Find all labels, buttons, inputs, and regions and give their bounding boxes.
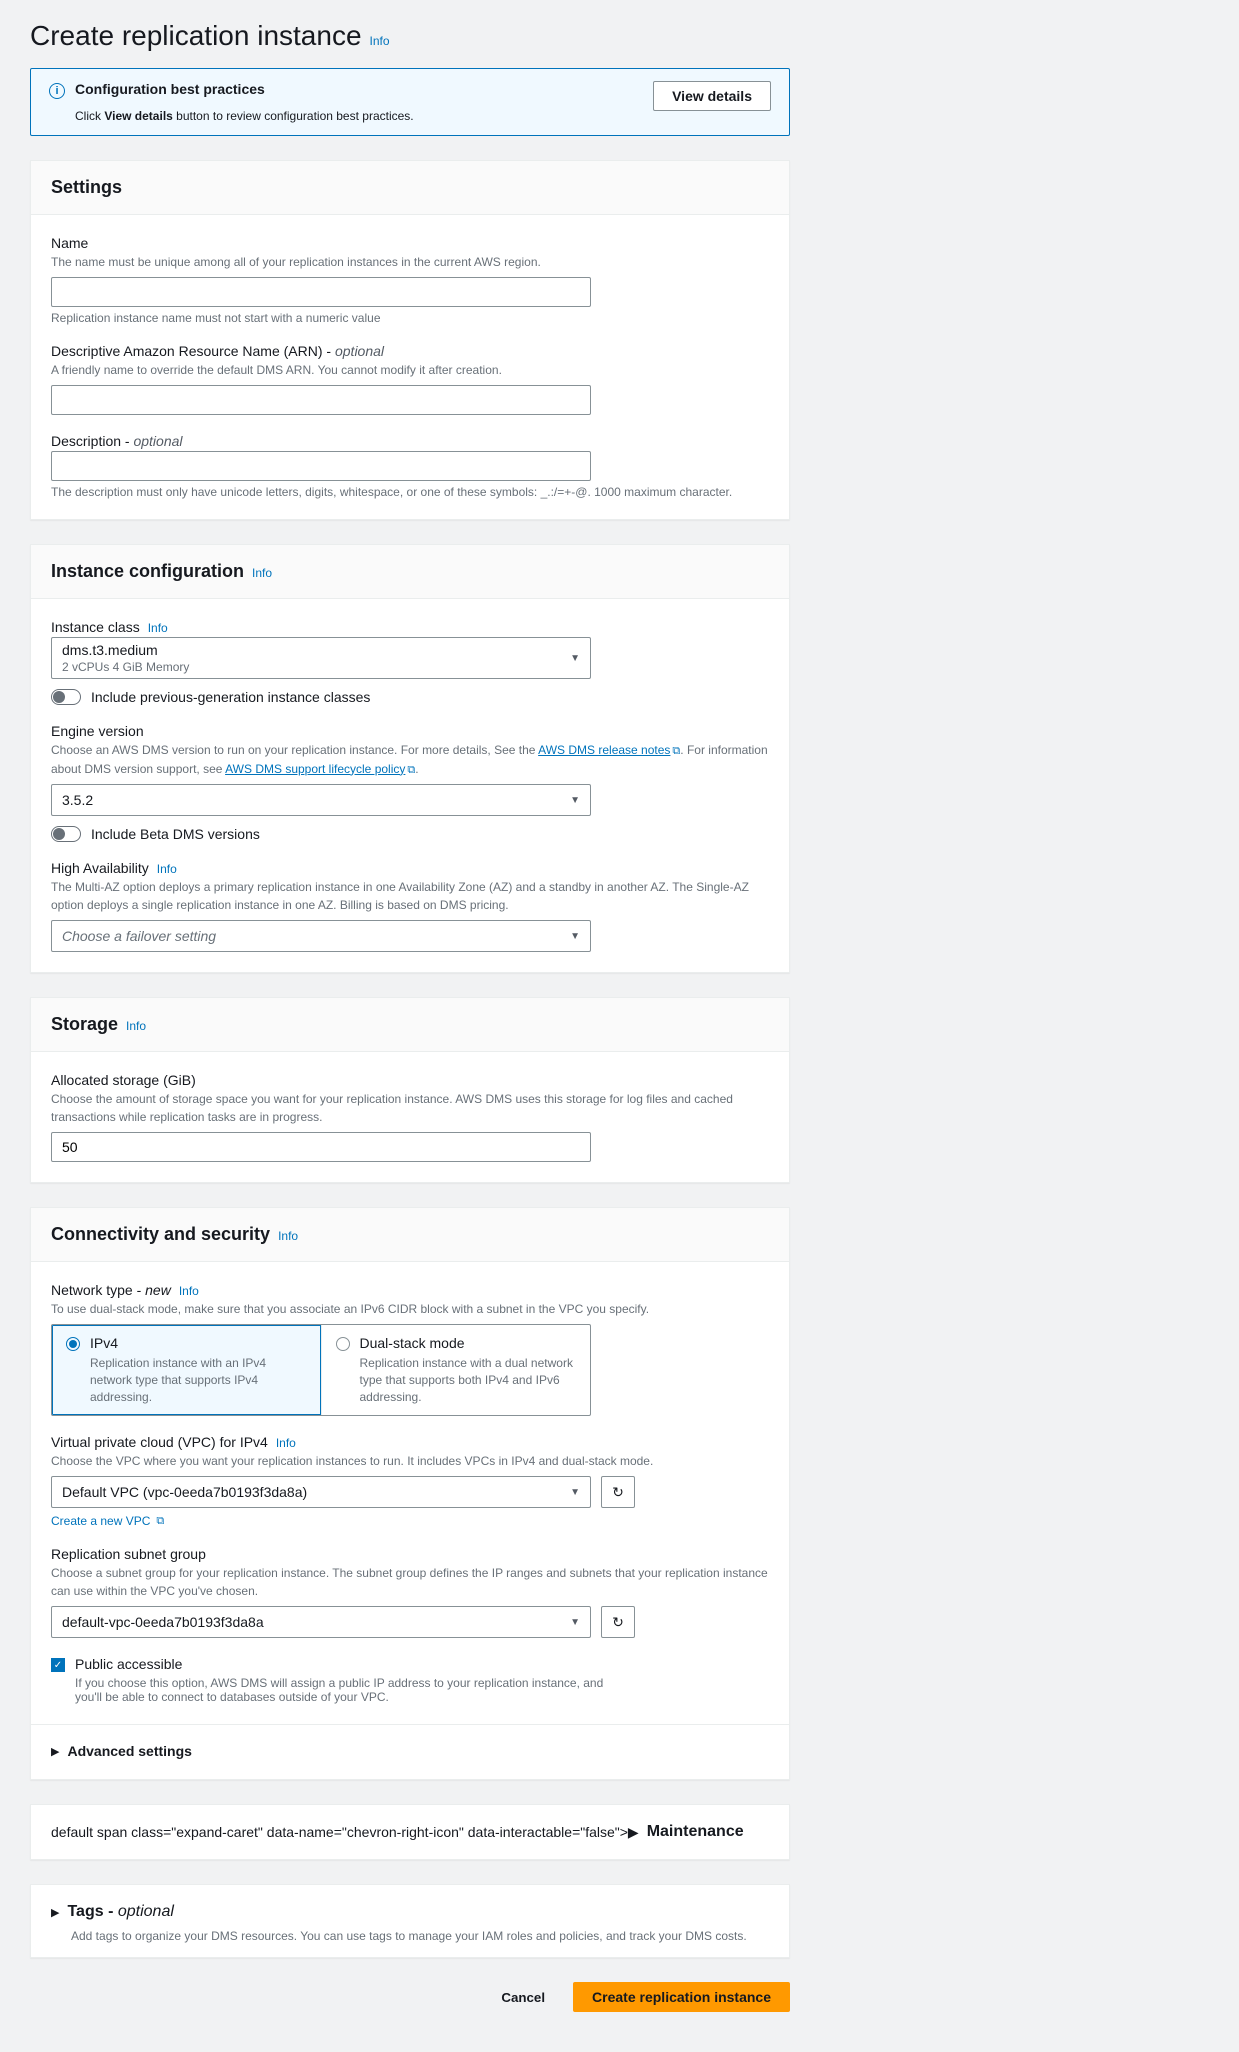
storage-panel: Storage Info Allocated storage (GiB) Cho…: [30, 997, 790, 1183]
name-hint: Replication instance name must not start…: [51, 311, 769, 325]
page-title: Create replication instance Info: [30, 20, 1209, 52]
arn-label: Descriptive Amazon Resource Name (ARN) -…: [51, 343, 769, 359]
instance-class-select[interactable]: dms.t3.medium 2 vCPUs 4 GiB Memory ▼: [51, 637, 591, 679]
network-type-info-link[interactable]: Info: [179, 1284, 199, 1298]
chevron-right-icon: ▶: [51, 1906, 59, 1919]
prev-gen-toggle[interactable]: [51, 689, 81, 705]
ha-info-link[interactable]: Info: [157, 862, 177, 876]
create-vpc-link[interactable]: Create a new VPC ⧉: [51, 1514, 164, 1528]
connectivity-header: Connectivity and security: [51, 1224, 270, 1245]
storage-header: Storage: [51, 1014, 118, 1035]
instance-class-label: Instance class Info: [51, 619, 769, 635]
chevron-down-icon: ▼: [570, 1617, 580, 1628]
view-details-button[interactable]: View details: [653, 81, 771, 111]
banner-desc: Click View details button to review conf…: [75, 109, 414, 123]
instance-config-info-link[interactable]: Info: [252, 566, 272, 580]
refresh-icon: ↻: [612, 1614, 624, 1631]
tags-desc: Add tags to organize your DMS resources.…: [31, 1929, 789, 1957]
public-accessible-checkbox[interactable]: ✓: [51, 1658, 65, 1672]
settings-panel: Settings Name The name must be unique am…: [30, 160, 790, 520]
advanced-settings-toggle[interactable]: ▶ Advanced settings: [51, 1725, 769, 1759]
connectivity-panel: Connectivity and security Info Network t…: [30, 1207, 790, 1780]
vpc-select[interactable]: Default VPC (vpc-0eeda7b0193f3da8a) ▼: [51, 1476, 591, 1508]
public-accessible-label: Public accessible: [75, 1656, 615, 1672]
network-type-dual-tile[interactable]: Dual-stack mode Replication instance wit…: [321, 1325, 591, 1415]
connectivity-info-link[interactable]: Info: [278, 1229, 298, 1243]
lifecycle-policy-link[interactable]: AWS DMS support lifecycle policy: [225, 762, 405, 776]
high-availability-select[interactable]: Choose a failover setting ▼: [51, 920, 591, 952]
description-hint: The description must only have unicode l…: [51, 485, 769, 499]
allocated-storage-input[interactable]: [51, 1132, 591, 1162]
engine-version-label: Engine version: [51, 723, 769, 739]
network-type-label: Network type - new Info: [51, 1282, 769, 1298]
network-type-ipv4-tile[interactable]: IPv4 Replication instance with an IPv4 n…: [52, 1325, 321, 1415]
best-practices-banner: i Configuration best practices Click Vie…: [30, 68, 790, 136]
radio-icon: [336, 1337, 350, 1351]
dual-title: Dual-stack mode: [360, 1335, 577, 1351]
dual-desc: Replication instance with a dual network…: [360, 1355, 577, 1405]
refresh-vpc-button[interactable]: ↻: [601, 1476, 635, 1508]
instance-config-panel: Instance configuration Info Instance cla…: [30, 544, 790, 973]
prev-gen-toggle-label: Include previous-generation instance cla…: [91, 689, 370, 705]
tags-panel: ▶ Tags - optional Add tags to organize y…: [30, 1884, 790, 1958]
subnet-group-label: Replication subnet group: [51, 1546, 769, 1562]
maintenance-panel: default span class="expand-caret" data-n…: [30, 1804, 790, 1860]
maintenance-header: Maintenance: [647, 1823, 744, 1841]
create-button[interactable]: Create replication instance: [573, 1982, 790, 2012]
beta-toggle[interactable]: [51, 826, 81, 842]
allocated-storage-label: Allocated storage (GiB): [51, 1072, 769, 1088]
advanced-settings-label: Advanced settings: [67, 1743, 191, 1759]
tags-header: Tags - optional: [67, 1903, 173, 1921]
high-availability-label: High Availability Info: [51, 860, 769, 876]
allocated-storage-desc: Choose the amount of storage space you w…: [51, 1090, 769, 1126]
storage-info-link[interactable]: Info: [126, 1019, 146, 1033]
public-accessible-desc: If you choose this option, AWS DMS will …: [75, 1676, 615, 1704]
ipv4-title: IPv4: [90, 1335, 307, 1351]
name-label: Name: [51, 235, 769, 251]
refresh-icon: ↻: [612, 1484, 624, 1501]
chevron-right-icon: ▶: [51, 1745, 59, 1758]
info-icon: i: [49, 83, 65, 99]
subnet-group-select[interactable]: default-vpc-0eeda7b0193f3da8a ▼: [51, 1606, 591, 1638]
vpc-label: Virtual private cloud (VPC) for IPv4 Inf…: [51, 1434, 769, 1450]
cancel-button[interactable]: Cancel: [483, 1982, 563, 2012]
description-input[interactable]: [51, 451, 591, 481]
maintenance-toggle[interactable]: default span class="expand-caret" data-n…: [31, 1805, 789, 1859]
beta-toggle-label: Include Beta DMS versions: [91, 826, 260, 842]
vpc-desc: Choose the VPC where you want your repli…: [51, 1452, 769, 1470]
vpc-info-link[interactable]: Info: [276, 1436, 296, 1450]
engine-version-select[interactable]: 3.5.2 ▼: [51, 784, 591, 816]
description-label: Description - optional: [51, 433, 769, 449]
name-input[interactable]: [51, 277, 591, 307]
chevron-down-icon: ▼: [570, 931, 580, 942]
arn-input[interactable]: [51, 385, 591, 415]
arn-desc: A friendly name to override the default …: [51, 361, 769, 379]
instance-class-info-link[interactable]: Info: [148, 621, 168, 635]
chevron-down-icon: ▼: [570, 653, 580, 664]
name-desc: The name must be unique among all of you…: [51, 253, 769, 271]
banner-title: Configuration best practices: [75, 81, 414, 97]
engine-version-desc: Choose an AWS DMS version to run on your…: [51, 741, 769, 778]
subnet-group-desc: Choose a subnet group for your replicati…: [51, 1564, 769, 1600]
page-info-link[interactable]: Info: [370, 34, 390, 48]
chevron-down-icon: ▼: [570, 1487, 580, 1498]
settings-header: Settings: [51, 177, 122, 198]
chevron-down-icon: ▼: [570, 795, 580, 806]
external-link-icon: ⧉: [156, 1515, 164, 1528]
instance-config-header: Instance configuration: [51, 561, 244, 582]
refresh-subnet-button[interactable]: ↻: [601, 1606, 635, 1638]
ha-desc: The Multi-AZ option deploys a primary re…: [51, 878, 769, 914]
radio-icon: [66, 1337, 80, 1351]
release-notes-link[interactable]: AWS DMS release notes: [538, 743, 670, 757]
ipv4-desc: Replication instance with an IPv4 networ…: [90, 1355, 307, 1405]
network-type-desc: To use dual-stack mode, make sure that y…: [51, 1300, 769, 1318]
